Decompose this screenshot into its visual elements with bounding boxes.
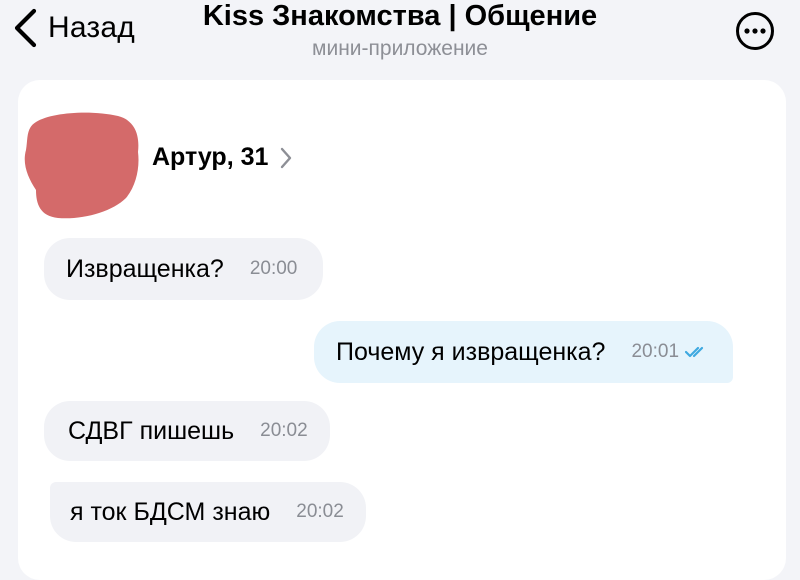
message-text: Почему я извращенка? <box>336 337 606 366</box>
message-bubble-incoming[interactable]: я ток БДСМ знаю 20:02 <box>50 482 366 542</box>
chevron-right-icon <box>281 147 292 168</box>
message-time: 20:02 <box>260 420 308 441</box>
message-time: 20:00 <box>249 258 298 279</box>
title-block: Kiss Знакомства | Общение мини-приложени… <box>0 0 800 63</box>
message-text: СДВГ пишешь <box>68 416 235 445</box>
message-text: Извращенка? <box>66 254 224 283</box>
message-text: я ток БДСМ знаю <box>70 497 271 526</box>
message-time: 20:02 <box>296 501 344 522</box>
more-options-button[interactable] <box>735 11 775 51</box>
peer-profile-link[interactable]: Артур, 31 <box>152 143 292 172</box>
redacted-avatar-icon <box>24 112 139 219</box>
message-bubble-incoming[interactable]: Извращенка? 20:00 <box>44 238 324 300</box>
app-title: Kiss Знакомства | Общение <box>202 0 598 32</box>
app-subtitle: мини-приложение <box>312 37 488 60</box>
avatar[interactable] <box>22 108 142 220</box>
more-options-icon <box>736 12 774 50</box>
message-time: 20:01 <box>631 341 680 362</box>
top-bar: Назад Kiss Знакомства | Общение мини-при… <box>0 0 800 78</box>
message-bubble-outgoing[interactable]: Почему я извращенка? 20:01 <box>314 321 734 383</box>
peer-name: Артур, 31 <box>152 143 269 171</box>
double-check-icon <box>685 346 704 358</box>
message-bubble-incoming[interactable]: СДВГ пишешь 20:02 <box>44 401 330 461</box>
